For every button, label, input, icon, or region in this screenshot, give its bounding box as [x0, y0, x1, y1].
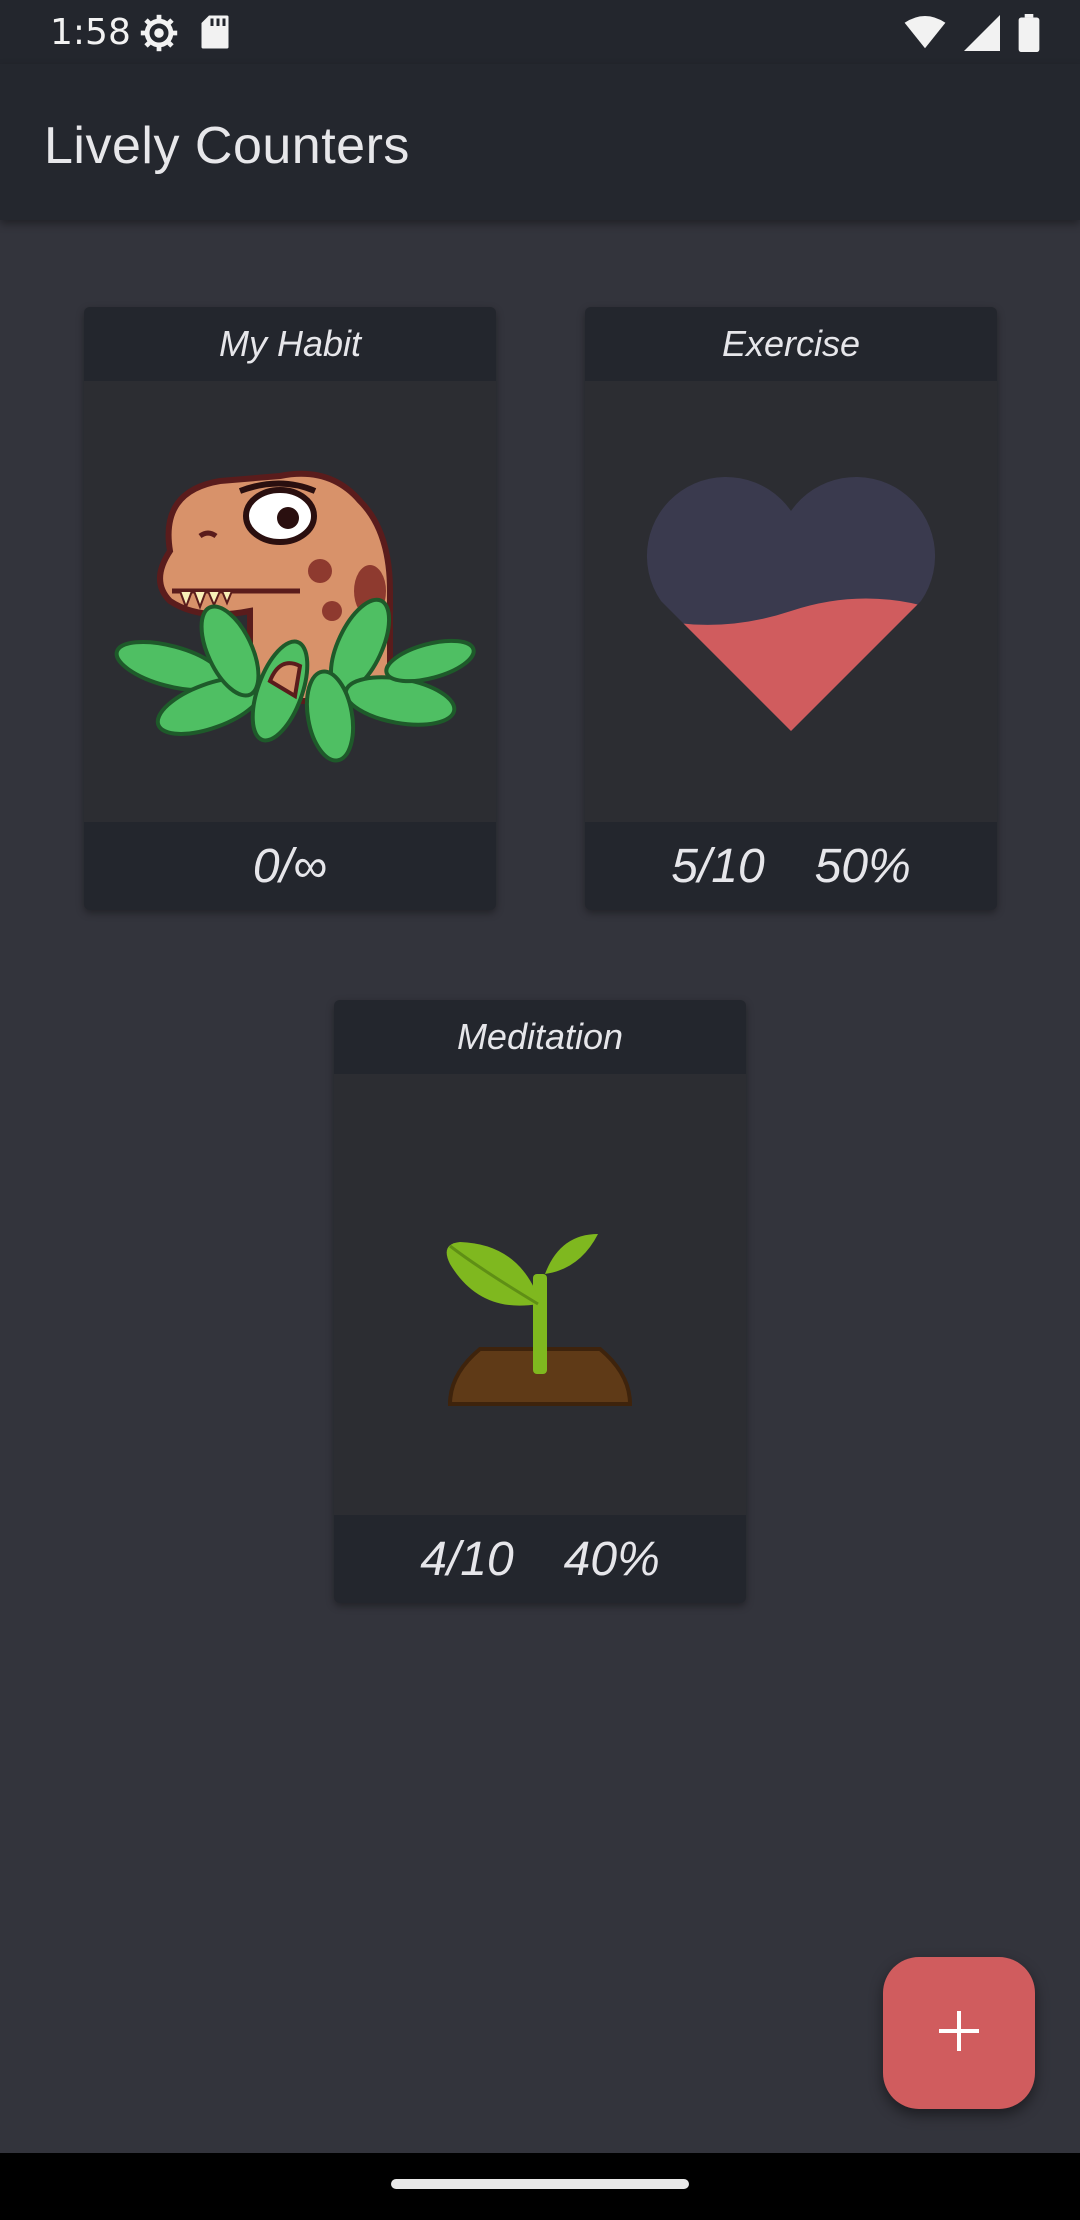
counter-count: 5/10	[671, 839, 765, 893]
cell-signal-icon	[964, 15, 1000, 56]
counter-card-meditation[interactable]: Meditation 4/10 40%	[334, 1000, 746, 1603]
counter-footer: 0/∞	[84, 822, 496, 910]
counter-percent: 40%	[563, 1532, 660, 1586]
wifi-icon	[904, 16, 946, 55]
battery-icon	[1018, 14, 1040, 57]
status-bar: 1:58	[0, 0, 1080, 64]
counter-card-my-habit[interactable]: My Habit 0/∞	[84, 307, 496, 910]
dinosaur-image	[84, 381, 496, 821]
status-time: 1:58	[50, 12, 131, 53]
add-counter-button[interactable]	[883, 1957, 1035, 2109]
navigation-bar	[0, 2153, 1080, 2220]
counter-title: My Habit	[84, 307, 496, 381]
heart-image	[585, 381, 997, 821]
sd-card-icon	[200, 14, 230, 57]
sprout-image	[334, 1074, 746, 1514]
app-bar: Lively Counters	[0, 64, 1080, 220]
counter-footer: 4/10 40%	[334, 1515, 746, 1603]
home-indicator[interactable]	[391, 2179, 689, 2189]
counter-title: Exercise	[585, 307, 997, 381]
counter-footer: 5/10 50%	[585, 822, 997, 910]
counter-count: 0/∞	[252, 839, 328, 893]
app-title: Lively Counters	[44, 117, 410, 175]
counter-percent: 50%	[814, 839, 911, 893]
counter-count: 4/10	[420, 1532, 514, 1586]
counter-title: Meditation	[334, 1000, 746, 1074]
plus-icon	[937, 2009, 981, 2058]
settings-gear-icon	[140, 14, 178, 57]
counter-card-exercise[interactable]: Exercise 5/10 50%	[585, 307, 997, 910]
